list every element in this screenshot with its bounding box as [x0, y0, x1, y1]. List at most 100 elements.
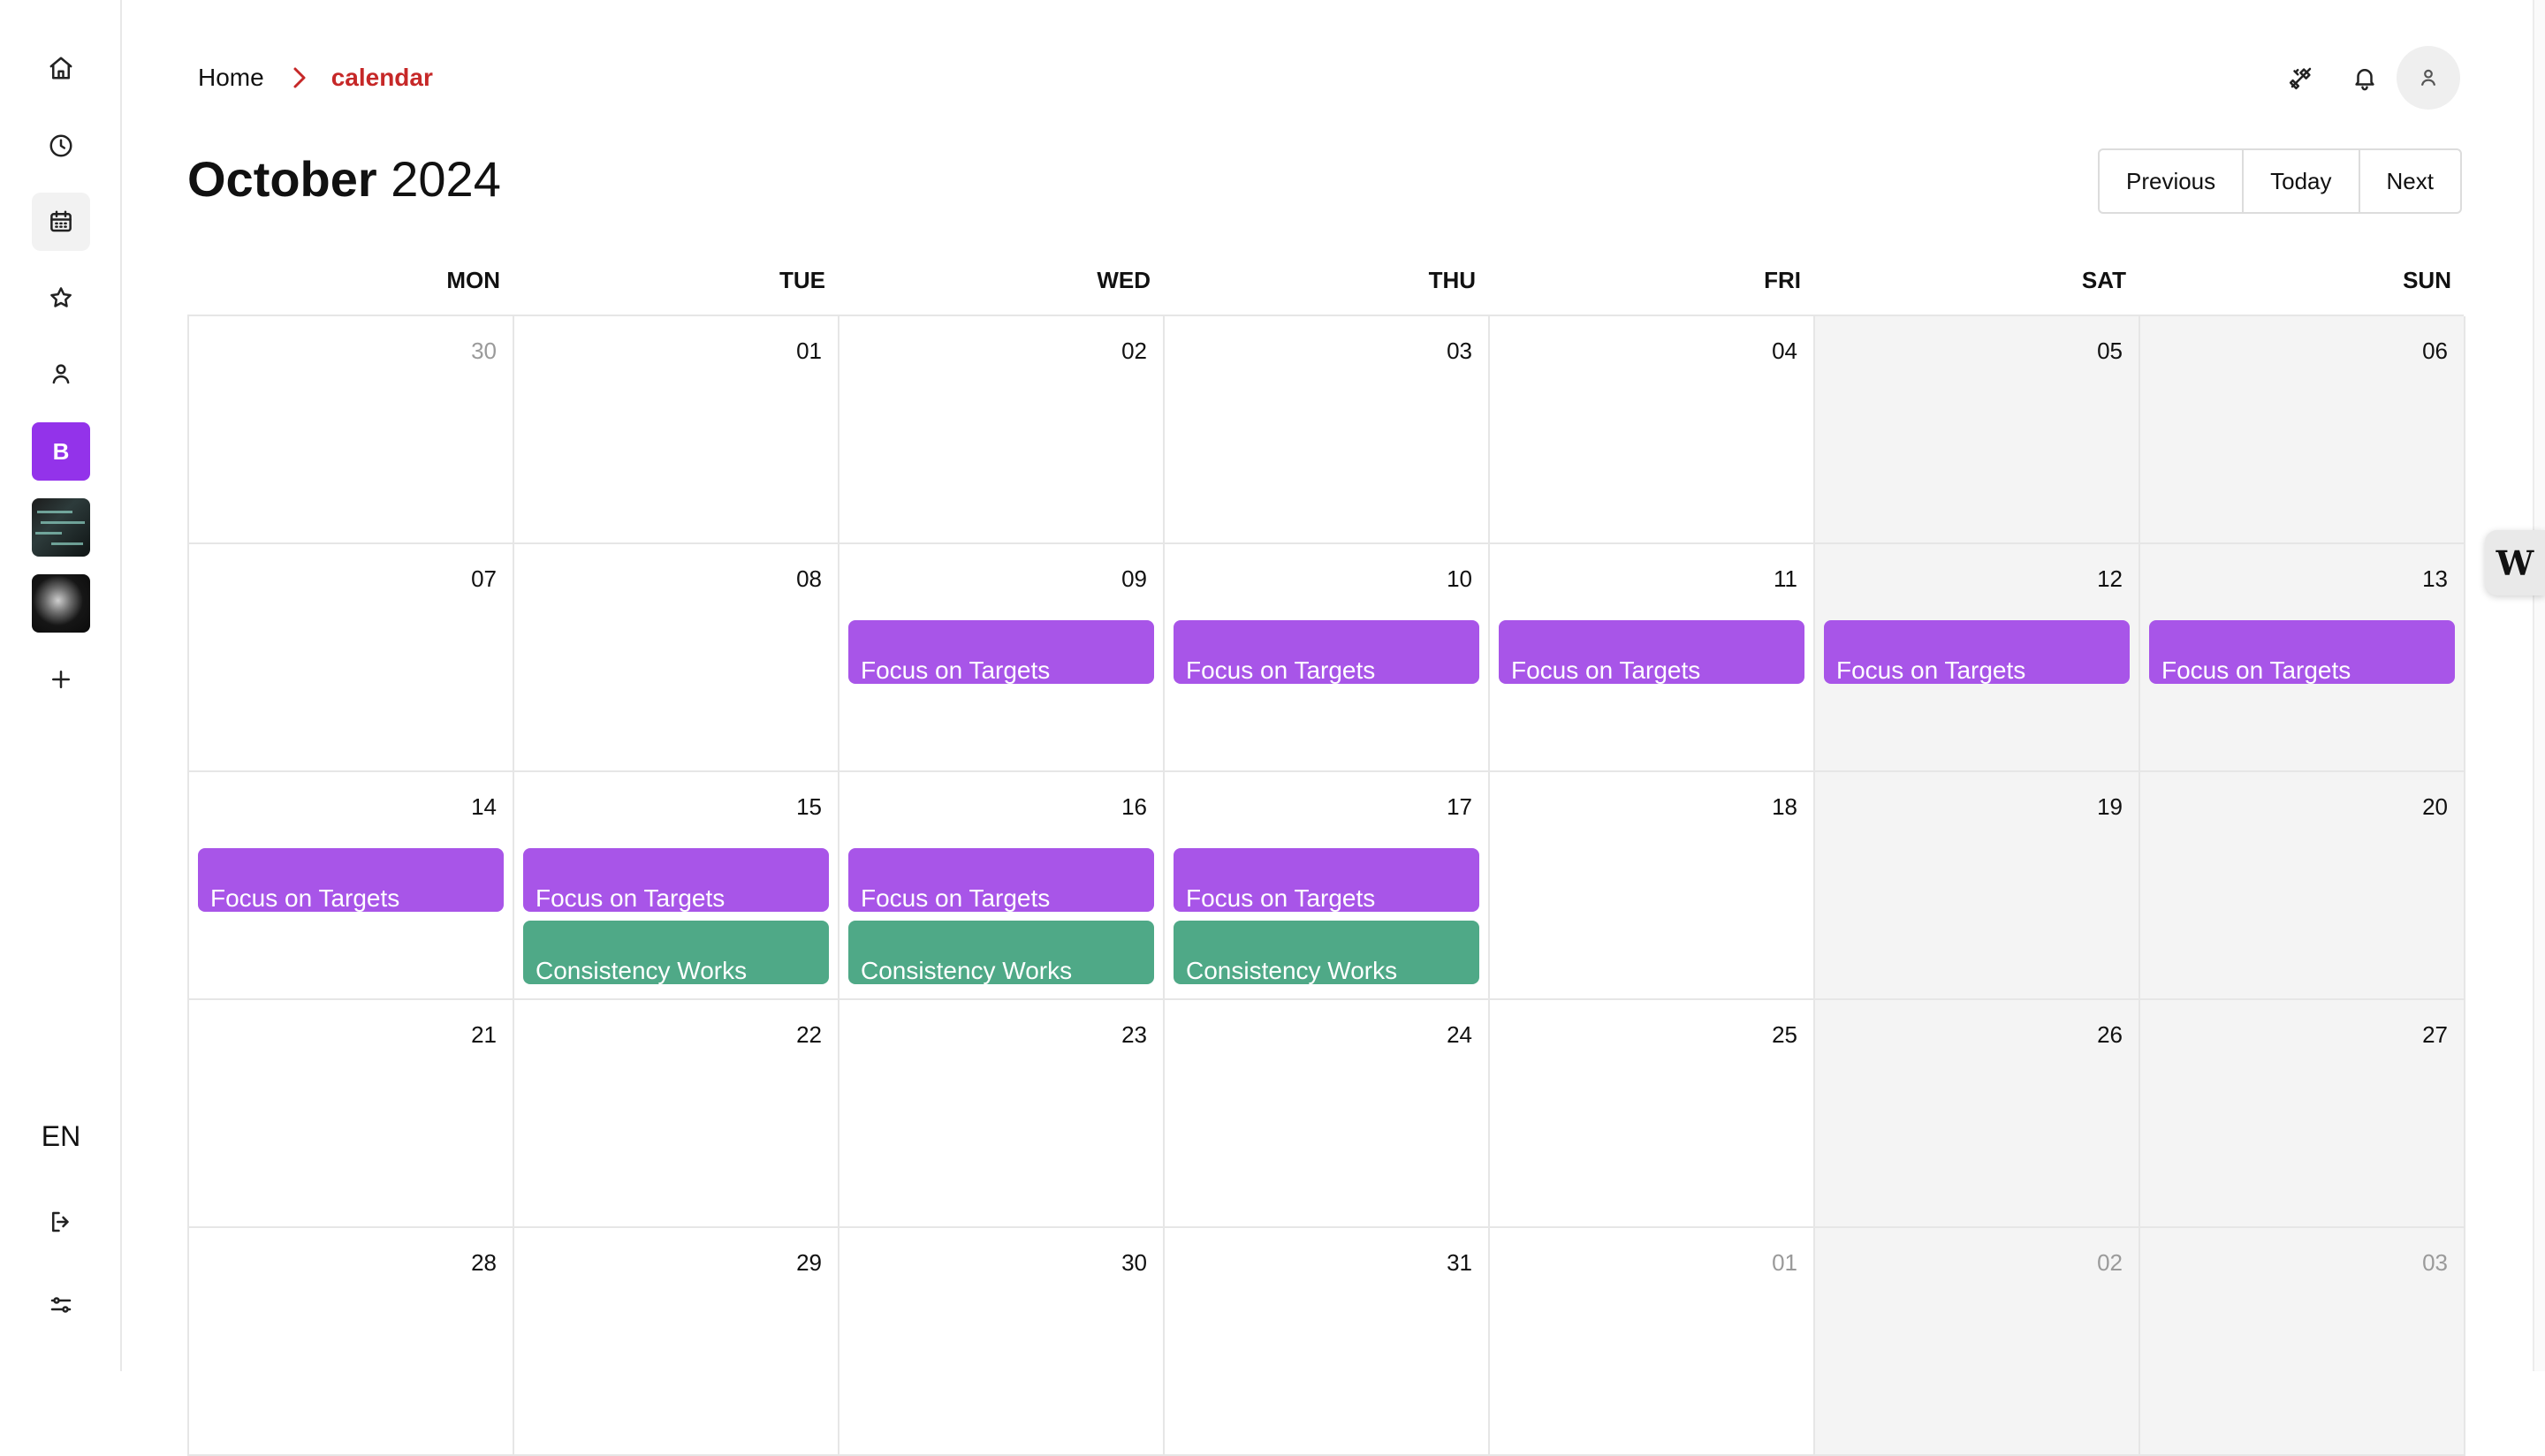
calendar-event[interactable]: Focus on Targets [2149, 620, 2455, 684]
add-workspace-button[interactable] [32, 650, 90, 709]
day-cell[interactable]: 31 [1165, 1228, 1490, 1456]
calendar-event[interactable]: Focus on Targets [198, 848, 504, 912]
day-cell[interactable]: 07 [189, 544, 514, 772]
day-cell[interactable]: 03 [1165, 316, 1490, 544]
next-button[interactable]: Next [2358, 148, 2462, 214]
calendar-icon [50, 210, 72, 232]
day-cell[interactable]: 18 [1490, 772, 1815, 1000]
day-cell[interactable]: 02 [1815, 1228, 2140, 1456]
day-number: 07 [471, 565, 497, 592]
day-cell[interactable]: 26 [1815, 1000, 2140, 1228]
weekday-label: MON [446, 267, 500, 293]
month-title: October 2024 [187, 150, 501, 208]
language-switcher[interactable]: EN [0, 1120, 122, 1153]
day-number: 21 [471, 1021, 497, 1048]
day-cell[interactable]: 01 [1490, 1228, 1815, 1456]
calendar-event[interactable]: Focus on Targets [848, 620, 1154, 684]
day-number: 09 [1121, 565, 1147, 592]
year: 2024 [391, 151, 501, 207]
day-number: 30 [1121, 1249, 1147, 1276]
day-cell[interactable]: 10 Focus on Targets [1165, 544, 1490, 772]
user-avatar[interactable] [2397, 46, 2460, 110]
workspace-thumbnail-1[interactable] [32, 498, 90, 557]
previous-button[interactable]: Previous [2097, 148, 2245, 214]
day-cell[interactable]: 08 [514, 544, 839, 772]
day-cell[interactable]: 23 [839, 1000, 1165, 1228]
day-cell[interactable]: 22 [514, 1000, 839, 1228]
day-number: 20 [2422, 793, 2448, 820]
day-cell[interactable]: 24 [1165, 1000, 1490, 1228]
day-cell[interactable]: 03 [2140, 1228, 2465, 1456]
day-cell[interactable]: 30 [839, 1228, 1165, 1456]
day-cell[interactable]: 04 [1490, 316, 1815, 544]
tools-button[interactable] [2269, 46, 2333, 110]
nav-history[interactable] [32, 117, 90, 175]
calendar-event[interactable]: Focus on Targets [1174, 620, 1479, 684]
workspace-b-label: B [52, 437, 70, 465]
day-cell[interactable]: 05 [1815, 316, 2140, 544]
logout-icon [52, 1211, 69, 1232]
day-number: 23 [1121, 1021, 1147, 1048]
day-number: 31 [1447, 1249, 1472, 1276]
day-cell[interactable]: 15 Focus on Targets Consistency Works [514, 772, 839, 1000]
plus-icon [52, 671, 70, 688]
day-number: 18 [1772, 793, 1797, 820]
nav-favorites[interactable] [32, 269, 90, 327]
day-cell[interactable]: 11 Focus on Targets [1490, 544, 1815, 772]
breadcrumb-home[interactable]: Home [198, 64, 264, 92]
day-cell[interactable]: 19 [1815, 772, 2140, 1000]
logout-button[interactable] [32, 1193, 90, 1251]
calendar-event[interactable]: Focus on Targets [523, 848, 829, 912]
day-number: 02 [1121, 337, 1147, 364]
day-cell[interactable]: 12 Focus on Targets [1815, 544, 2140, 772]
day-cell[interactable]: 20 [2140, 772, 2465, 1000]
calendar-event[interactable]: Consistency Works [1174, 921, 1479, 984]
day-cell[interactable]: 02 [839, 316, 1165, 544]
day-cell[interactable]: 06 [2140, 316, 2465, 544]
day-cell[interactable]: 27 [2140, 1000, 2465, 1228]
calendar-event[interactable]: Focus on Targets [1824, 620, 2130, 684]
day-cell[interactable]: 17 Focus on Targets Consistency Works [1165, 772, 1490, 1000]
calendar-event[interactable]: Consistency Works [848, 921, 1154, 984]
calendar-event[interactable]: Consistency Works [523, 921, 829, 984]
nav-profile[interactable] [32, 345, 90, 403]
day-number: 03 [2422, 1249, 2448, 1276]
user-icon [2420, 69, 2436, 86]
workspace-thumbnail-2[interactable] [32, 574, 90, 633]
tools-icon [2289, 67, 2312, 90]
day-cell[interactable]: 16 Focus on Targets Consistency Works [839, 772, 1165, 1000]
floating-widget-button[interactable]: W [2485, 530, 2545, 595]
calendar-navigation: Previous Today Next [2097, 148, 2462, 214]
weekday-label: THU [1428, 267, 1476, 293]
settings-button[interactable] [32, 1276, 90, 1334]
day-cell[interactable]: 13 Focus on Targets [2140, 544, 2465, 772]
day-cell[interactable]: 28 [189, 1228, 514, 1456]
today-button[interactable]: Today [2242, 148, 2360, 214]
thumbnail-decoration [37, 511, 72, 513]
weekday-label: SAT [2081, 267, 2126, 293]
calendar-event[interactable]: Focus on Targets [1174, 848, 1479, 912]
day-cell[interactable]: 21 [189, 1000, 514, 1228]
workspace-b[interactable]: B [32, 422, 90, 481]
sliders-icon [50, 1297, 72, 1313]
calendar-grid: 30 01 02 03 04 05 06 07 08 09 Focus on Targets 10 Fo… [187, 315, 2465, 1456]
nav-calendar[interactable] [32, 193, 90, 251]
day-cell[interactable]: 25 [1490, 1000, 1815, 1228]
day-number: 27 [2422, 1021, 2448, 1048]
user-icon [52, 364, 70, 384]
day-cell[interactable]: 14 Focus on Targets [189, 772, 514, 1000]
day-number: 08 [796, 565, 822, 592]
day-cell[interactable]: 29 [514, 1228, 839, 1456]
day-cell[interactable]: 09 Focus on Targets [839, 544, 1165, 772]
day-number: 06 [2422, 337, 2448, 364]
day-cell[interactable]: 01 [514, 316, 839, 544]
day-cell[interactable]: 30 [189, 316, 514, 544]
scrollbar[interactable] [2533, 0, 2545, 1371]
calendar-event[interactable]: Focus on Targets [1499, 620, 1804, 684]
thumbnail-decoration [41, 521, 85, 524]
day-number: 17 [1447, 793, 1472, 820]
notifications-button[interactable] [2333, 46, 2397, 110]
nav-home[interactable] [32, 39, 90, 97]
calendar-event[interactable]: Focus on Targets [848, 848, 1154, 912]
main-content: Home calendar October 2024 Previous Toda… [122, 0, 2545, 1456]
